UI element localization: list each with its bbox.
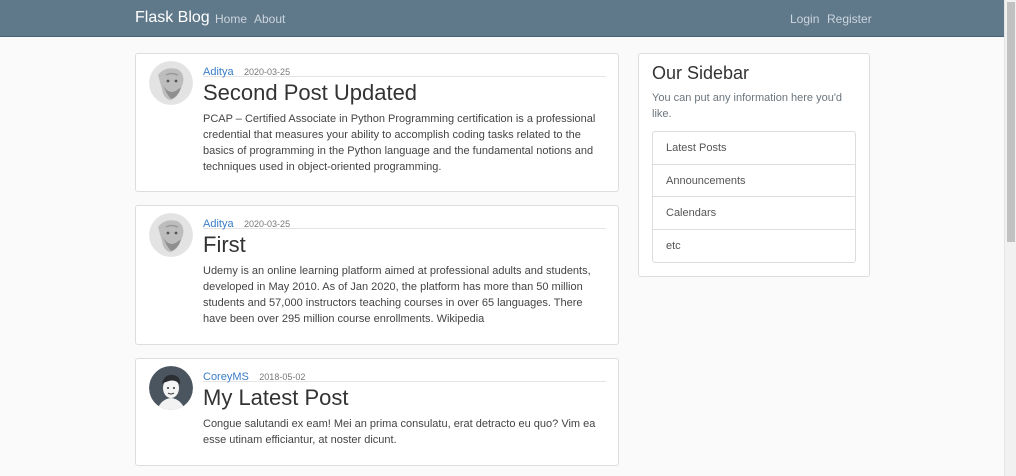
- nav-home-link[interactable]: Home: [215, 12, 247, 26]
- post-content: Udemy is an online learning platform aim…: [203, 265, 591, 325]
- sidebar-item-calendars[interactable]: Calendars: [653, 197, 855, 230]
- nav-register-link[interactable]: Register: [827, 12, 872, 26]
- sidebar-list: Latest Posts Announcements Calendars etc: [652, 131, 856, 263]
- post-card: Aditya 2020-03-25 First Udemy is an onli…: [135, 205, 619, 345]
- sidebar-title: Our Sidebar: [652, 63, 750, 83]
- post-content: Congue salutandi ex eam! Mei an prima co…: [203, 418, 596, 446]
- post-title-link[interactable]: My Latest Post: [203, 385, 349, 411]
- post-card: Aditya 2020-03-25 Second Post Updated PC…: [135, 53, 619, 192]
- nav-about-link[interactable]: About: [254, 12, 285, 26]
- post-title-link[interactable]: First: [203, 232, 246, 258]
- sidebar: Our Sidebar You can put any information …: [638, 53, 870, 277]
- vertical-scrollbar[interactable]: [1004, 0, 1016, 476]
- post-card: CoreyMS 2018-05-02 My Latest Post Congue…: [135, 358, 619, 466]
- post-meta: Aditya 2020-03-25: [203, 62, 606, 78]
- author-link[interactable]: CoreyMS: [203, 371, 249, 383]
- brand-link[interactable]: Flask Blog: [135, 9, 210, 27]
- sidebar-description: You can put any information here you'd l…: [652, 92, 843, 120]
- author-link[interactable]: Aditya: [203, 66, 234, 78]
- bearded-man-avatar: [149, 213, 193, 257]
- sidebar-item-announcements[interactable]: Announcements: [653, 165, 855, 197]
- navbar: Flask Blog Home About Login Register: [0, 0, 1004, 37]
- post-date: 2020-03-25: [244, 219, 291, 229]
- author-link[interactable]: Aditya: [203, 218, 234, 230]
- sidebar-item-latest-posts[interactable]: Latest Posts: [653, 132, 855, 165]
- post-date: 2020-03-25: [244, 67, 291, 77]
- post-date: 2018-05-02: [259, 372, 306, 382]
- nav-login-link[interactable]: Login: [790, 12, 819, 26]
- post-meta: Aditya 2020-03-25: [203, 214, 606, 230]
- scrollbar-thumb[interactable]: [1007, 2, 1015, 242]
- post-meta: CoreyMS 2018-05-02: [203, 367, 606, 383]
- post-title-link[interactable]: Second Post Updated: [203, 80, 417, 106]
- post-content: PCAP – Certified Associate in Python Pro…: [203, 113, 596, 173]
- sidebar-item-etc[interactable]: etc: [653, 230, 855, 263]
- bearded-man-avatar: [149, 61, 193, 105]
- cartoon-man-avatar: [149, 366, 193, 410]
